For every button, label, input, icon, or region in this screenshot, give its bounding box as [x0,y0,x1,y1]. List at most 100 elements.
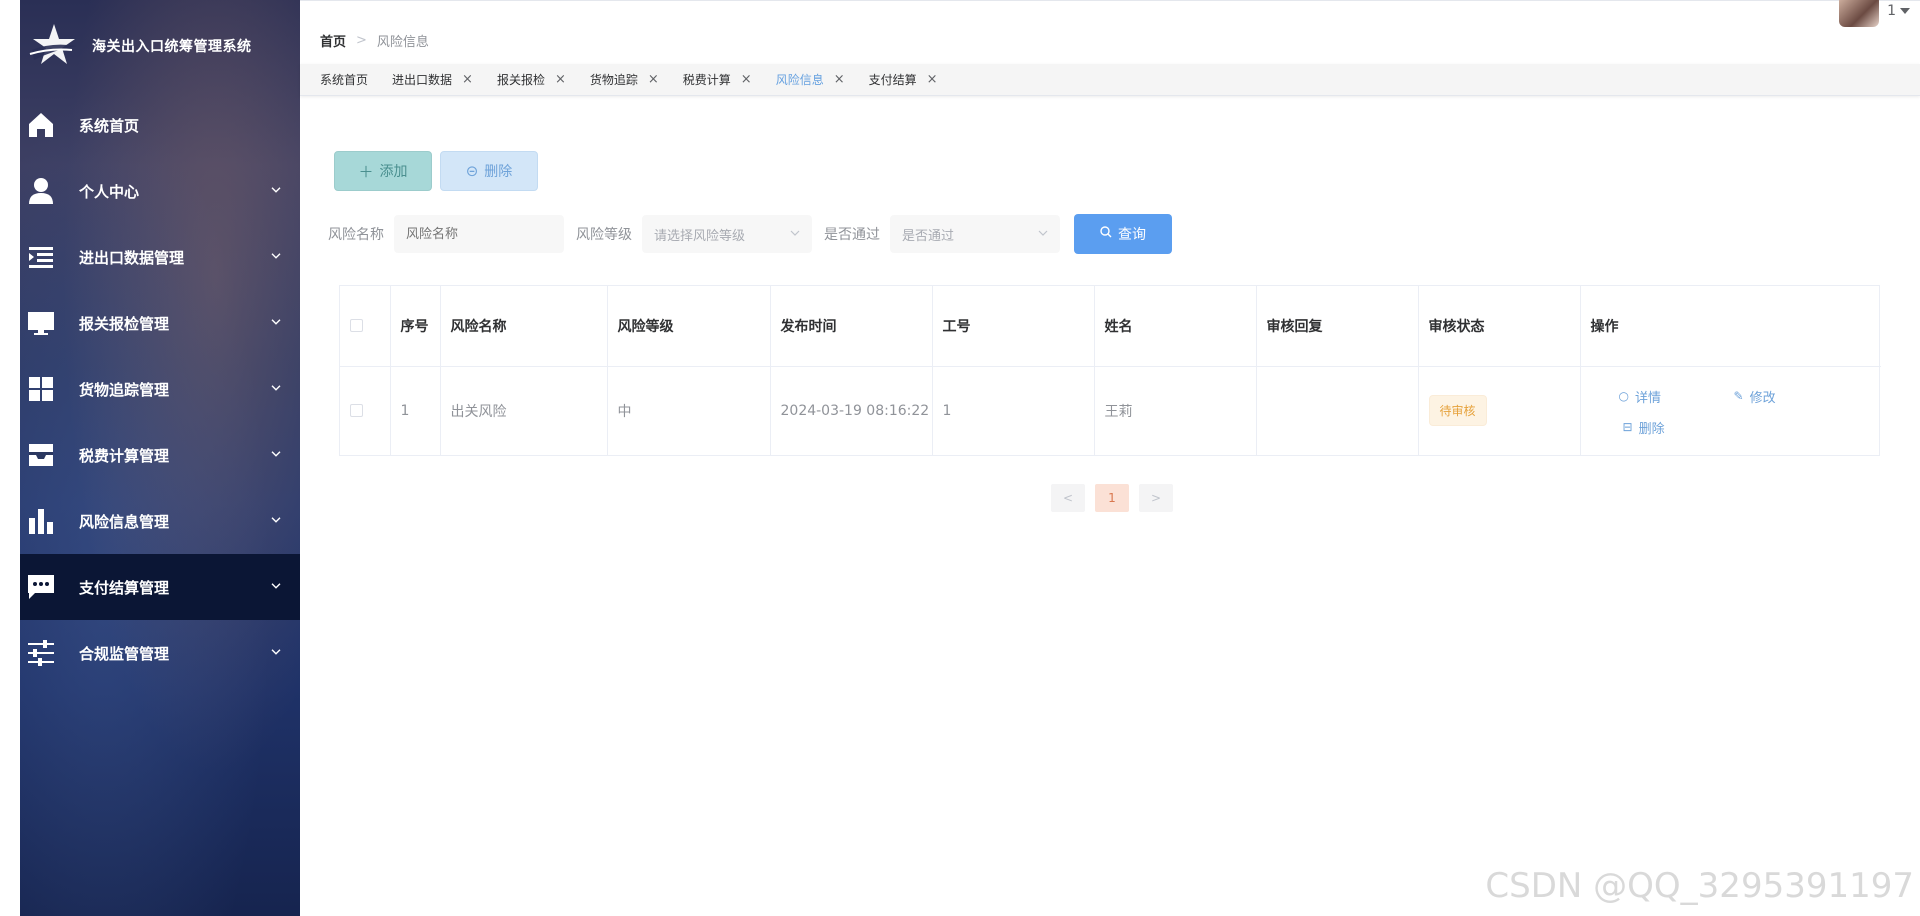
select-all-cell [340,286,391,367]
cell-reply [1256,366,1419,455]
search-icon [1100,226,1112,242]
cell-risk-level: 中 [607,366,771,455]
chevron-down-icon [271,517,281,523]
inbox-icon [26,440,56,470]
cell-actions: ○ 详情 ✎ 修改 ⊟ 删除 [1580,366,1881,455]
tab-cargo-tracking[interactable]: 货物追踪 × [590,71,659,88]
tab-risk-info[interactable]: 风险信息 × [776,71,845,88]
passed-select[interactable]: 是否通过 [890,215,1060,253]
tab-customs-declaration[interactable]: 报关报检 × [497,71,566,88]
grid-icon [26,374,56,404]
sidebar-item-label: 风险信息管理 [79,512,170,531]
breadcrumb: 首页 > 风险信息 [320,31,429,50]
detail-button-label: 详情 [1634,390,1661,406]
cell-index: 1 [390,366,441,455]
cell-name: 王莉 [1094,366,1257,455]
row-delete-button[interactable]: ⊟ 删除 [1623,418,1665,437]
minus-square-icon: ⊟ [1622,420,1633,434]
edit-button[interactable]: ✎ 修改 [1734,387,1776,406]
close-icon[interactable]: × [648,72,659,87]
sidebar-item-cargo-tracking[interactable]: 货物追踪管理 [20,356,300,422]
next-page-button[interactable]: > [1139,484,1173,512]
add-button-label: 添加 [379,164,408,180]
home-icon [26,110,56,140]
minus-circle-icon: ⊝ [465,162,479,180]
toolbar: ＋ 添加 ⊝ 删除 [334,151,546,191]
tab-label: 支付结算 [868,73,917,87]
close-icon[interactable]: × [741,72,752,87]
delete-button-label: 删除 [484,164,513,180]
risk-level-placeholder: 请选择风险等级 [654,228,746,244]
top-header: 首页 > 风险信息 1 [300,0,1920,56]
chevron-down-icon [790,230,800,236]
sidebar-item-label: 系统首页 [79,116,140,135]
list-indent-icon [26,242,56,272]
column-header: 工号 [932,286,1095,367]
sidebar-item-label: 合规监管管理 [79,644,170,663]
sidebar-item-label: 报关报检管理 [79,314,170,333]
user-menu[interactable]: 1 [1839,0,1910,27]
sidebar-item-compliance[interactable]: 合规监管管理 [20,620,300,686]
sidebar-item-personal-center[interactable]: 个人中心 [20,158,300,224]
breadcrumb-current: 风险信息 [376,35,429,50]
edit-icon: ✎ [1733,389,1744,403]
column-header: 风险名称 [440,286,608,367]
prev-page-button[interactable]: < [1051,484,1085,512]
sidebar-menu: 系统首页 个人中心 进出口数据管理 报关报检管理 货物追踪管理 税费计算管理 风… [20,92,300,686]
chevron-down-icon [271,583,281,589]
close-icon[interactable]: × [927,72,938,87]
query-button-label: 查询 [1118,227,1146,243]
tab-import-export-data[interactable]: 进出口数据 × [392,71,473,88]
chevron-down-icon [271,253,281,259]
brand: 海关出入口统筹管理系统 [20,0,300,92]
add-button[interactable]: ＋ 添加 [334,151,432,191]
cell-risk-name: 出关风险 [440,366,608,455]
sidebar-item-label: 个人中心 [79,182,140,201]
row-checkbox[interactable] [350,404,363,417]
cell-job-no: 1 [932,366,1095,455]
select-all-checkbox[interactable] [350,319,363,333]
sidebar: 海关出入口统筹管理系统 系统首页 个人中心 进出口数据管理 报关报检管理 货物追… [20,0,300,916]
tab-home[interactable]: 系统首页 [320,71,368,88]
search-form: 风险名称 风险等级 请选择风险等级 是否通过 是否通过 查询 [328,214,1172,254]
query-button[interactable]: 查询 [1074,214,1172,254]
chevron-down-icon [271,649,281,655]
delete-button[interactable]: ⊝ 删除 [440,151,538,191]
sidebar-item-tax-calculation[interactable]: 税费计算管理 [20,422,300,488]
close-icon[interactable]: × [462,72,473,87]
column-header: 审核状态 [1418,286,1581,367]
search-icon: ○ [1618,389,1629,403]
sidebar-item-customs-declaration[interactable]: 报关报检管理 [20,290,300,356]
page-number[interactable]: 1 [1095,484,1129,512]
tags-view-bar: 系统首页 进出口数据 × 报关报检 × 货物追踪 × 税费计算 × 风险信息 ×… [300,64,1920,96]
plus-icon: ＋ [358,162,374,181]
avatar[interactable] [1839,0,1880,27]
sidebar-item-risk-info[interactable]: 风险信息管理 [20,488,300,554]
tab-payment-settlement[interactable]: 支付结算 × [869,71,938,88]
breadcrumb-separator: > [356,33,367,48]
tab-label: 风险信息 [775,73,824,87]
app-title: 海关出入口统筹管理系统 [92,39,252,55]
sidebar-item-label: 支付结算管理 [79,578,170,597]
sidebar-item-import-export-data[interactable]: 进出口数据管理 [20,224,300,290]
risk-table: 序号 风险名称 风险等级 发布时间 工号 姓名 审核回复 审核状态 操作 1 出… [339,285,1881,456]
edit-button-label: 修改 [1749,390,1776,406]
detail-button[interactable]: ○ 详情 [1619,387,1662,406]
sidebar-item-payment-settlement[interactable]: 支付结算管理 [20,554,300,620]
row-select-cell [340,366,391,455]
tab-label: 货物追踪 [589,73,638,87]
sidebar-item-home[interactable]: 系统首页 [20,92,300,158]
close-icon[interactable]: × [834,72,845,87]
table-header-row: 序号 风险名称 风险等级 发布时间 工号 姓名 审核回复 审核状态 操作 [340,286,1881,367]
chevron-down-icon [271,187,281,193]
close-icon[interactable]: × [555,72,566,87]
tab-tax-calculation[interactable]: 税费计算 × [683,71,752,88]
user-name: 1 [1887,3,1896,19]
sidebar-item-label: 税费计算管理 [79,446,170,465]
column-header: 发布时间 [770,286,933,367]
breadcrumb-home[interactable]: 首页 [320,31,346,50]
risk-level-select[interactable]: 请选择风险等级 [642,215,812,253]
risk-name-input[interactable] [394,215,564,253]
person-icon [26,176,56,206]
pagination: < 1 > [1051,484,1183,512]
